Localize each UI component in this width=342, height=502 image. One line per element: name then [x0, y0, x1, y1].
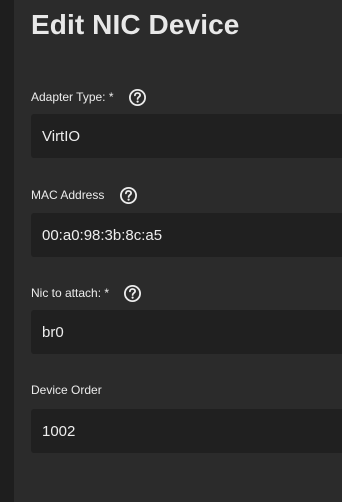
- device-order-input[interactable]: 1002: [31, 409, 342, 453]
- nic-to-attach-label-row: Nic to attach: *: [31, 283, 142, 303]
- device-order-label-row: Device Order: [31, 380, 102, 400]
- help-circle-icon[interactable]: [119, 186, 138, 205]
- nic-to-attach-label: Nic to attach: *: [31, 286, 110, 300]
- adapter-type-label-row: Adapter Type: *: [31, 87, 147, 107]
- adapter-type-label: Adapter Type: *: [31, 90, 114, 104]
- mac-address-input[interactable]: 00:a0:98:3b:8c:a5: [31, 213, 342, 257]
- help-circle-icon[interactable]: [128, 88, 147, 107]
- dialog-title: Edit NIC Device: [31, 9, 240, 40]
- nic-to-attach-select[interactable]: br0: [31, 310, 342, 354]
- mac-address-label-row: MAC Address: [31, 185, 138, 205]
- mac-address-label: MAC Address: [31, 188, 105, 202]
- device-order-label: Device Order: [31, 383, 102, 397]
- adapter-type-select[interactable]: VirtIO: [31, 114, 342, 158]
- sidebar-edge: [0, 0, 14, 502]
- help-circle-icon[interactable]: [123, 284, 142, 303]
